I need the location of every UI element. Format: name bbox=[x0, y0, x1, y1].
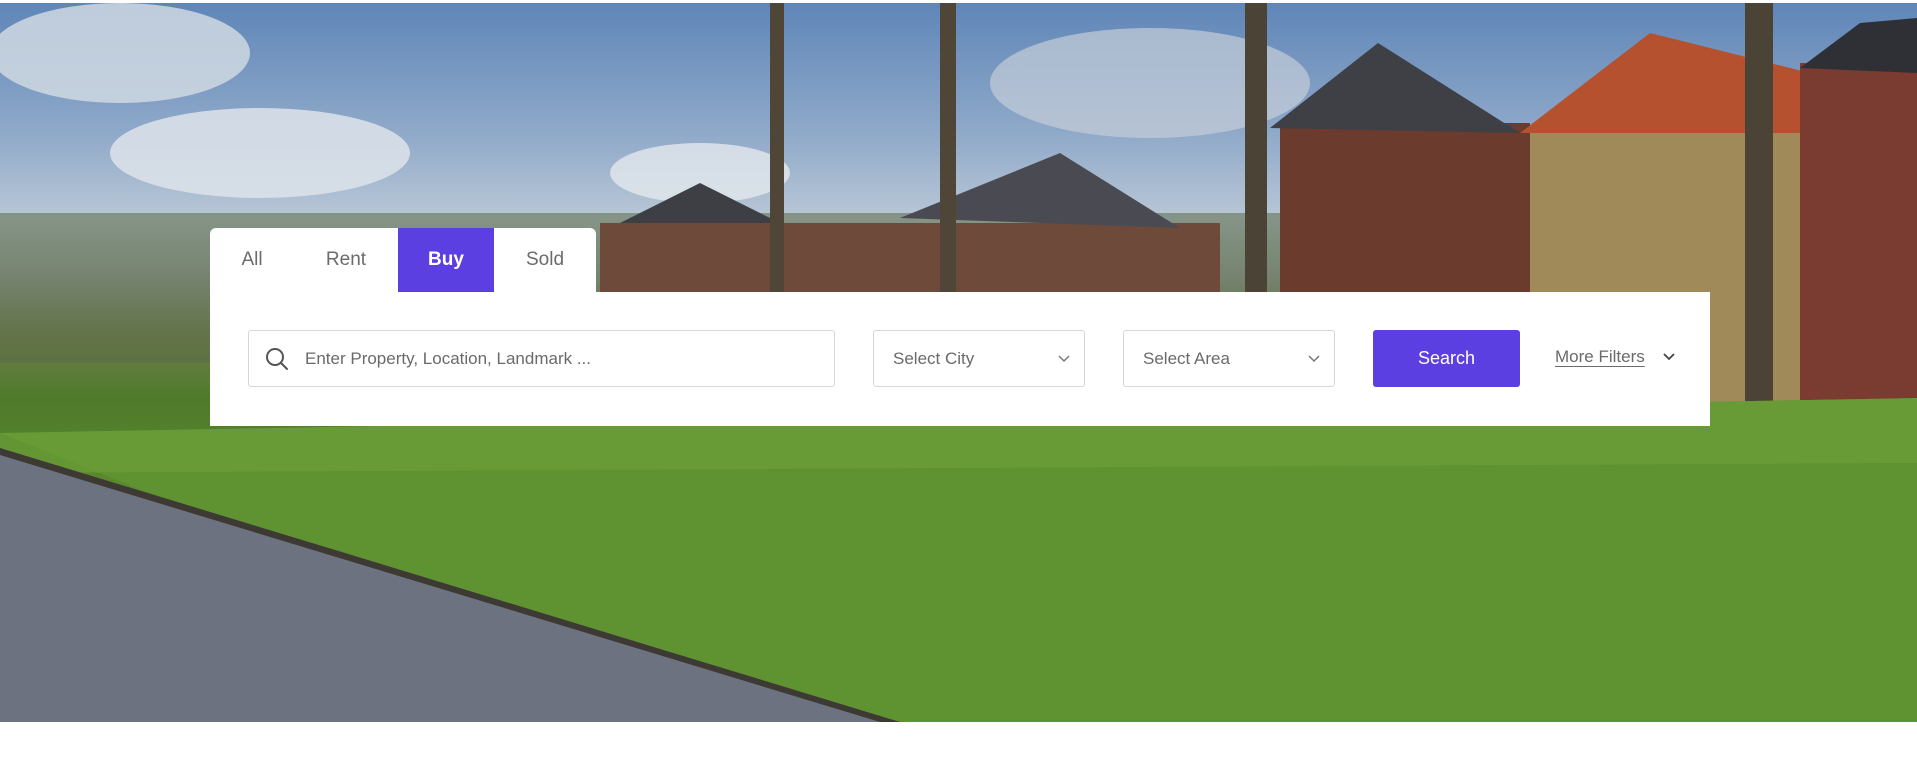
chevron-down-icon bbox=[1308, 355, 1320, 363]
more-filters-link[interactable]: More Filters bbox=[1555, 347, 1645, 367]
tab-sold[interactable]: Sold bbox=[494, 228, 596, 292]
area-select[interactable]: Select Area bbox=[1123, 330, 1335, 387]
search-icon bbox=[249, 331, 305, 387]
search-field[interactable] bbox=[248, 330, 835, 387]
tab-buy[interactable]: Buy bbox=[398, 228, 494, 292]
city-select[interactable]: Select City bbox=[873, 330, 1085, 387]
search-button[interactable]: Search bbox=[1373, 330, 1520, 387]
tab-all[interactable]: All bbox=[210, 228, 294, 292]
area-select-label: Select Area bbox=[1143, 348, 1230, 368]
listing-type-tabs: All Rent Buy Sold bbox=[210, 228, 596, 292]
city-select-label: Select City bbox=[893, 348, 975, 368]
search-input[interactable] bbox=[305, 338, 815, 379]
chevron-down-icon bbox=[1058, 355, 1070, 363]
tab-rent[interactable]: Rent bbox=[294, 228, 398, 292]
chevron-down-icon bbox=[1663, 353, 1675, 361]
more-filters-toggle[interactable]: More Filters bbox=[1555, 347, 1677, 367]
search-panel: Select City Select Area Search More Filt… bbox=[210, 292, 1710, 426]
